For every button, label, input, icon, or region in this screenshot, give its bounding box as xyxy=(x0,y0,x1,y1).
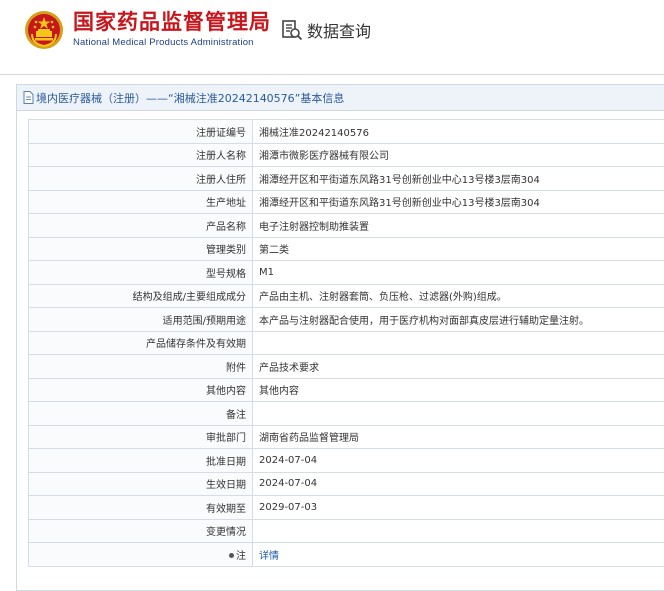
table-row: 管理类别 第二类 xyxy=(28,236,664,261)
site-name: 国家药品监督管理局 xyxy=(73,10,271,34)
table-row: 生效日期 2024-07-04 xyxy=(28,471,664,496)
detail-table: 注册证编号 湘械注准20242140576 注册人名称 湘潭市微影医疗器械有限公司 注册… xyxy=(28,119,664,567)
row-value xyxy=(252,401,664,426)
table-row: 生产地址 湘潭经开区和平街道东风路31号创新创业中心13号楼3层南304 xyxy=(28,189,664,214)
row-label: 生产地址 xyxy=(28,189,253,214)
table-row: 审批部门 湖南省药品监督管理局 xyxy=(28,424,664,449)
table-row: 注册人住所 湘潭经开区和平街道东风路31号创新创业中心13号楼3层南304 xyxy=(28,166,664,191)
data-query-label: 数据查询 xyxy=(307,22,372,41)
row-label: 生效日期 xyxy=(28,471,253,496)
row-value: 2024-07-04 xyxy=(252,448,664,473)
document-icon xyxy=(23,91,34,104)
table-row-note: 注 详情 xyxy=(28,542,664,567)
row-label: 结构及组成/主要组成成分 xyxy=(28,283,253,308)
row-value: 2029-07-03 xyxy=(252,495,664,520)
table-row: 批准日期 2024-07-04 xyxy=(28,448,664,473)
row-value: 湘潭经开区和平街道东风路31号创新创业中心13号楼3层南304 xyxy=(252,189,664,214)
panel-title: 境内医疗器械（注册）——“湘械注准20242140576”基本信息 xyxy=(36,91,345,105)
data-query-link[interactable]: 数据查询 xyxy=(281,17,371,43)
row-value: 2024-07-04 xyxy=(252,471,664,496)
row-value: 电子注射器控制助推装置 xyxy=(252,213,664,238)
row-label: 变更情况 xyxy=(28,518,253,543)
detail-link[interactable]: 详情 xyxy=(259,551,279,562)
site-header: 国家药品监督管理局 National Medical Products Admi… xyxy=(0,0,664,64)
note-label: 注 xyxy=(236,550,246,562)
table-row: 产品储存条件及有效期 xyxy=(28,330,664,355)
table-row: 变更情况 xyxy=(28,518,664,543)
table-row: 有效期至 2029-07-03 xyxy=(28,495,664,520)
header-divider xyxy=(0,74,664,75)
row-label: 注册人住所 xyxy=(28,166,253,191)
row-value: 产品技术要求 xyxy=(252,354,664,379)
row-value: 其他内容 xyxy=(252,377,664,402)
row-label: 注册人名称 xyxy=(28,142,253,167)
detail-panel: 境内医疗器械（注册）——“湘械注准20242140576”基本信息 注册证编号湘… xyxy=(16,84,664,591)
row-label: 有效期至 xyxy=(28,495,253,520)
site-name-en: National Medical Products Administration xyxy=(73,37,254,48)
table-row: 附件 产品技术要求 xyxy=(28,354,664,379)
table-row: 结构及组成/主要组成成分 产品由主机、注射器套筒、负压枪、过滤器(外购)组成。 xyxy=(28,283,664,308)
row-label: 管理类别 xyxy=(28,236,253,261)
row-value: 第二类 xyxy=(252,236,664,261)
row-label: 注册证编号 xyxy=(28,119,253,144)
panel-title-bar: 境内医疗器械（注册）——“湘械注准20242140576”基本信息 xyxy=(17,85,664,111)
table-row: 适用范围/预期用途 本产品与注射器配合使用，用于医疗机构对面部真皮层进行辅助定量注… xyxy=(28,307,664,332)
row-value: 本产品与注射器配合使用，用于医疗机构对面部真皮层进行辅助定量注射。 xyxy=(252,307,664,332)
row-value: M1 xyxy=(252,260,664,285)
national-emblem-icon[interactable] xyxy=(24,10,64,50)
site-brand: 国家药品监督管理局 National Medical Products Admi… xyxy=(73,9,271,48)
table-row: 注册证编号 湘械注准20242140576 xyxy=(28,119,664,144)
document-search-icon xyxy=(282,20,303,41)
row-label: 审批部门 xyxy=(28,424,253,449)
row-label: 产品储存条件及有效期 xyxy=(28,330,253,355)
row-label: 批准日期 xyxy=(28,448,253,473)
row-label: 附件 xyxy=(28,354,253,379)
table-row: 其他内容 其他内容 xyxy=(28,377,664,402)
row-label: 其他内容 xyxy=(28,377,253,402)
table-row: 产品名称 电子注射器控制助推装置 xyxy=(28,213,664,238)
row-value: 湘潭经开区和平街道东风路31号创新创业中心13号楼3层南304 xyxy=(252,166,664,191)
row-label-note: 注 xyxy=(28,542,253,567)
table-row: 型号规格 M1 xyxy=(28,260,664,285)
row-label: 备注 xyxy=(28,401,253,426)
row-value-note: 详情 xyxy=(252,542,664,567)
row-label: 型号规格 xyxy=(28,260,253,285)
row-value: 湘潭市微影医疗器械有限公司 xyxy=(252,142,664,167)
row-value: 湘械注准20242140576 xyxy=(252,119,664,144)
bullet-icon xyxy=(229,553,234,559)
table-row: 注册人名称 湘潭市微影医疗器械有限公司 xyxy=(28,142,664,167)
table-row: 备注 xyxy=(28,401,664,426)
row-value xyxy=(252,330,664,355)
row-value: 湖南省药品监督管理局 xyxy=(252,424,664,449)
row-label: 产品名称 xyxy=(28,213,253,238)
row-label: 适用范围/预期用途 xyxy=(28,307,253,332)
row-value xyxy=(252,518,664,543)
row-value: 产品由主机、注射器套筒、负压枪、过滤器(外购)组成。 xyxy=(252,283,664,308)
